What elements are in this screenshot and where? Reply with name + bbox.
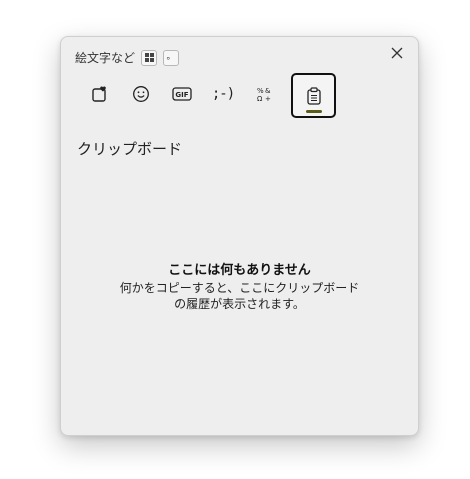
tab-emoji[interactable] bbox=[121, 73, 161, 115]
tab-gif[interactable]: GIF bbox=[162, 73, 202, 115]
active-tab-indicator bbox=[305, 110, 322, 113]
section-title: クリップボード bbox=[77, 140, 183, 158]
empty-state: ここには何もありません 何かをコピーすると、ここにクリップボード の履歴が表示さ… bbox=[61, 259, 418, 312]
empty-heading: ここには何もありません bbox=[168, 263, 311, 278]
panel-title: 絵文字など bbox=[75, 51, 136, 65]
panel-header: 絵文字など 。 bbox=[75, 49, 180, 66]
svg-text:Ω: Ω bbox=[257, 95, 263, 103]
symbols-icon: % & Ω + bbox=[257, 87, 271, 103]
close-icon bbox=[391, 47, 403, 59]
emoji-panel: 絵文字など 。 GIF ;-) % & Ω + クリップボード ここには何もあり… bbox=[60, 36, 419, 436]
punctuation-button[interactable]: 。 bbox=[163, 49, 180, 66]
heart-tag-icon bbox=[92, 86, 106, 102]
tab-favorites[interactable] bbox=[80, 73, 120, 115]
grid-mode-button[interactable] bbox=[141, 49, 158, 66]
close-button[interactable] bbox=[388, 44, 406, 62]
tab-kaomoji[interactable]: ;-) bbox=[203, 73, 243, 115]
svg-text:%: % bbox=[257, 87, 264, 95]
empty-line-2: の履歴が表示されます。 bbox=[174, 297, 305, 311]
tab-symbols[interactable]: % & Ω + bbox=[244, 73, 284, 115]
empty-line-1: 何かをコピーすると、ここにクリップボード bbox=[119, 281, 360, 295]
category-tabs: GIF ;-) % & Ω + bbox=[80, 73, 337, 118]
clipboard-icon bbox=[306, 86, 321, 105]
grid-icon bbox=[144, 53, 154, 62]
tab-clipboard[interactable] bbox=[291, 73, 336, 118]
smiley-icon bbox=[133, 86, 149, 102]
gif-icon: GIF bbox=[172, 87, 192, 101]
kaomoji-icon: ;-) bbox=[211, 86, 235, 102]
empty-description: 何かをコピーすると、ここにクリップボード の履歴が表示されます。 bbox=[61, 280, 418, 312]
svg-text:+: + bbox=[265, 95, 271, 103]
svg-text:&: & bbox=[265, 87, 271, 95]
svg-text:GIF: GIF bbox=[175, 91, 188, 99]
